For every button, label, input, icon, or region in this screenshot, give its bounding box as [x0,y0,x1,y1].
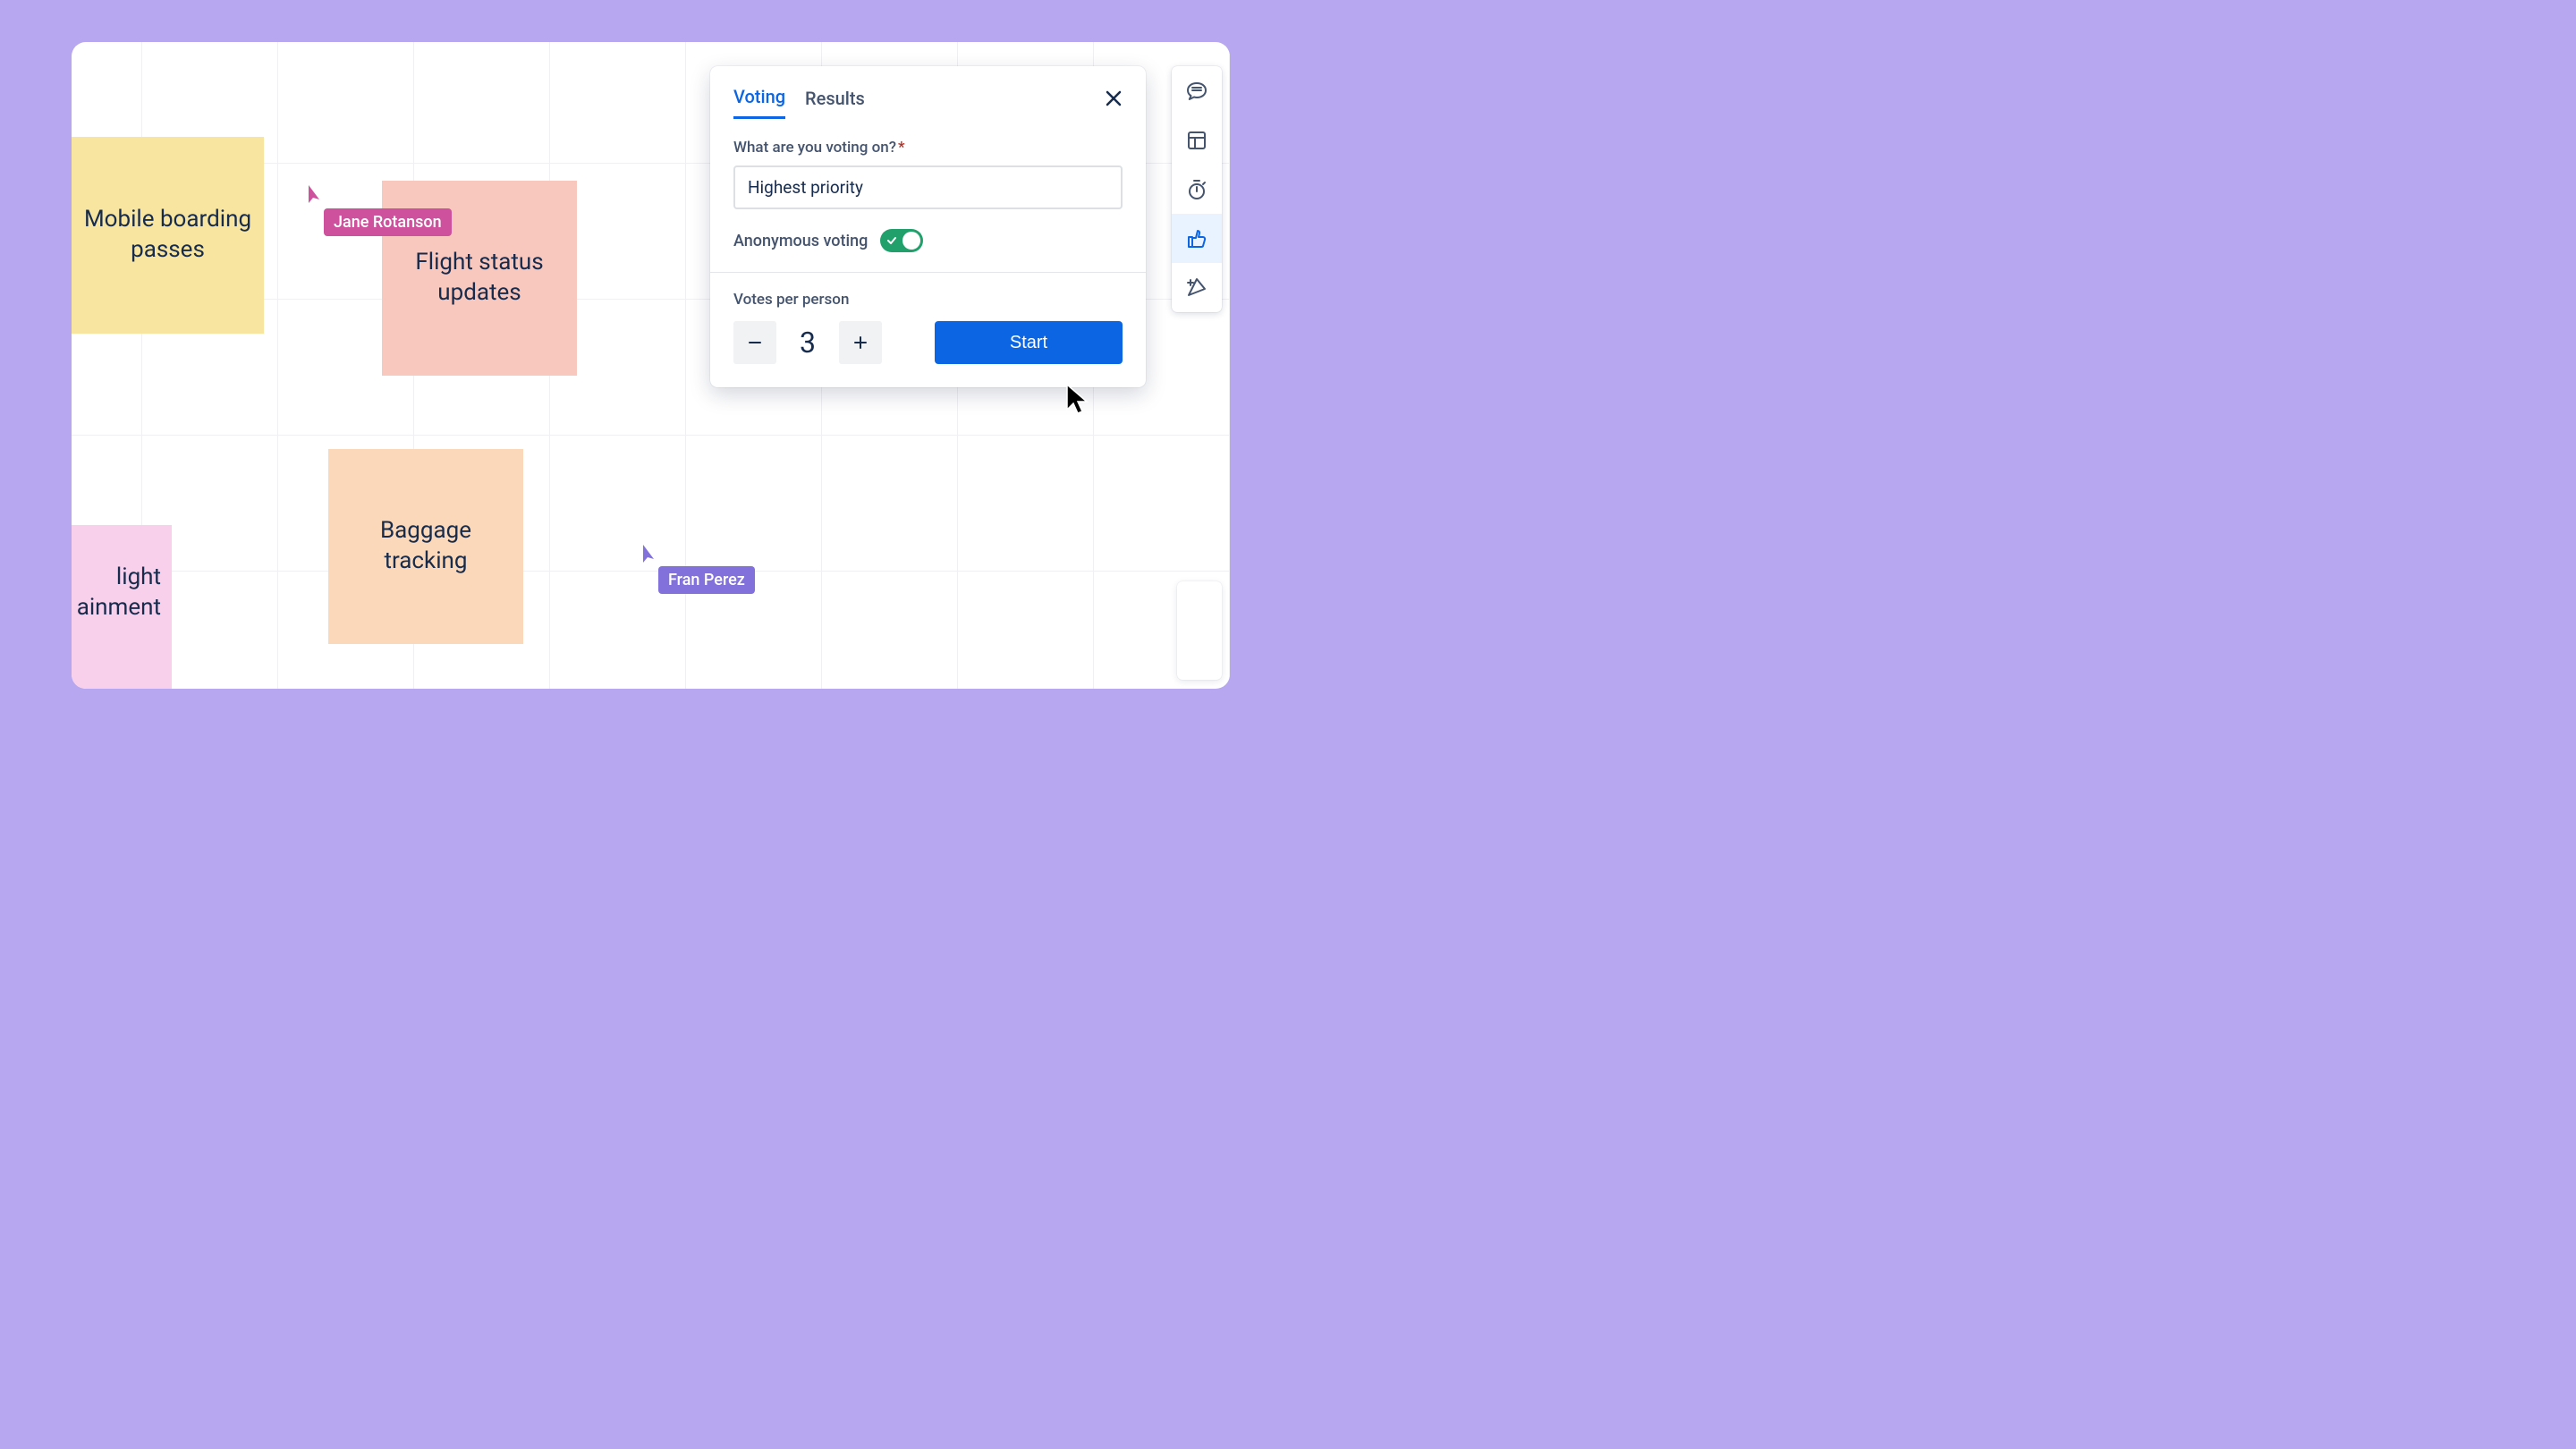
sticky-note[interactable]: Mobile boarding passes [72,137,264,334]
collaborator-cursor: Fran Perez [640,541,755,594]
close-icon [1104,89,1123,108]
question-label: What are you voting on?* [733,139,1123,157]
timer-tool[interactable] [1172,165,1222,214]
comment-tool[interactable] [1172,66,1222,115]
votes-per-person-label: Votes per person [733,291,1123,309]
collaborator-cursor: Jane Rotanson [306,183,452,236]
thumbs-up-icon [1186,228,1208,250]
plus-icon [852,335,869,351]
close-button[interactable] [1101,86,1126,111]
sticky-text: Baggage tracking [339,516,513,577]
effects-tool[interactable] [1172,263,1222,312]
sticky-text: Flight status updates [393,248,566,309]
check-icon [886,235,897,246]
voting-panel: Voting Results What are you voting on?* … [710,66,1146,387]
sticky-text: Mobile boarding passes [82,205,253,266]
minus-icon [747,335,763,351]
whiteboard-canvas[interactable]: Mobile boarding passes Flight status upd… [72,42,1230,689]
comment-icon [1186,80,1208,102]
anonymous-voting-toggle[interactable] [880,229,923,252]
voting-tool[interactable] [1172,214,1222,263]
zoom-controls[interactable] [1177,581,1222,680]
voting-topic-input[interactable] [733,165,1123,209]
stopwatch-icon [1186,179,1208,200]
sticky-text: light ainment [77,563,161,623]
collaborator-name: Jane Rotanson [324,208,452,236]
tab-voting[interactable]: Voting [733,86,785,119]
layout-icon [1186,130,1208,151]
collaborator-name: Fran Perez [658,566,755,594]
anonymous-voting-label: Anonymous voting [733,232,868,250]
tab-results[interactable]: Results [805,88,865,118]
start-button[interactable]: Start [935,321,1123,364]
sticky-note[interactable]: light ainment [72,525,172,689]
panel-tabs: Voting Results [733,86,1123,119]
right-toolbar [1172,66,1222,312]
votes-count: 3 [776,326,839,360]
toggle-knob [902,232,920,250]
votes-stepper: 3 [733,321,882,364]
increment-button[interactable] [839,321,882,364]
sticky-note[interactable]: Baggage tracking [328,449,523,644]
sparkle-icon [1186,277,1208,299]
decrement-button[interactable] [733,321,776,364]
layout-tool[interactable] [1172,115,1222,165]
